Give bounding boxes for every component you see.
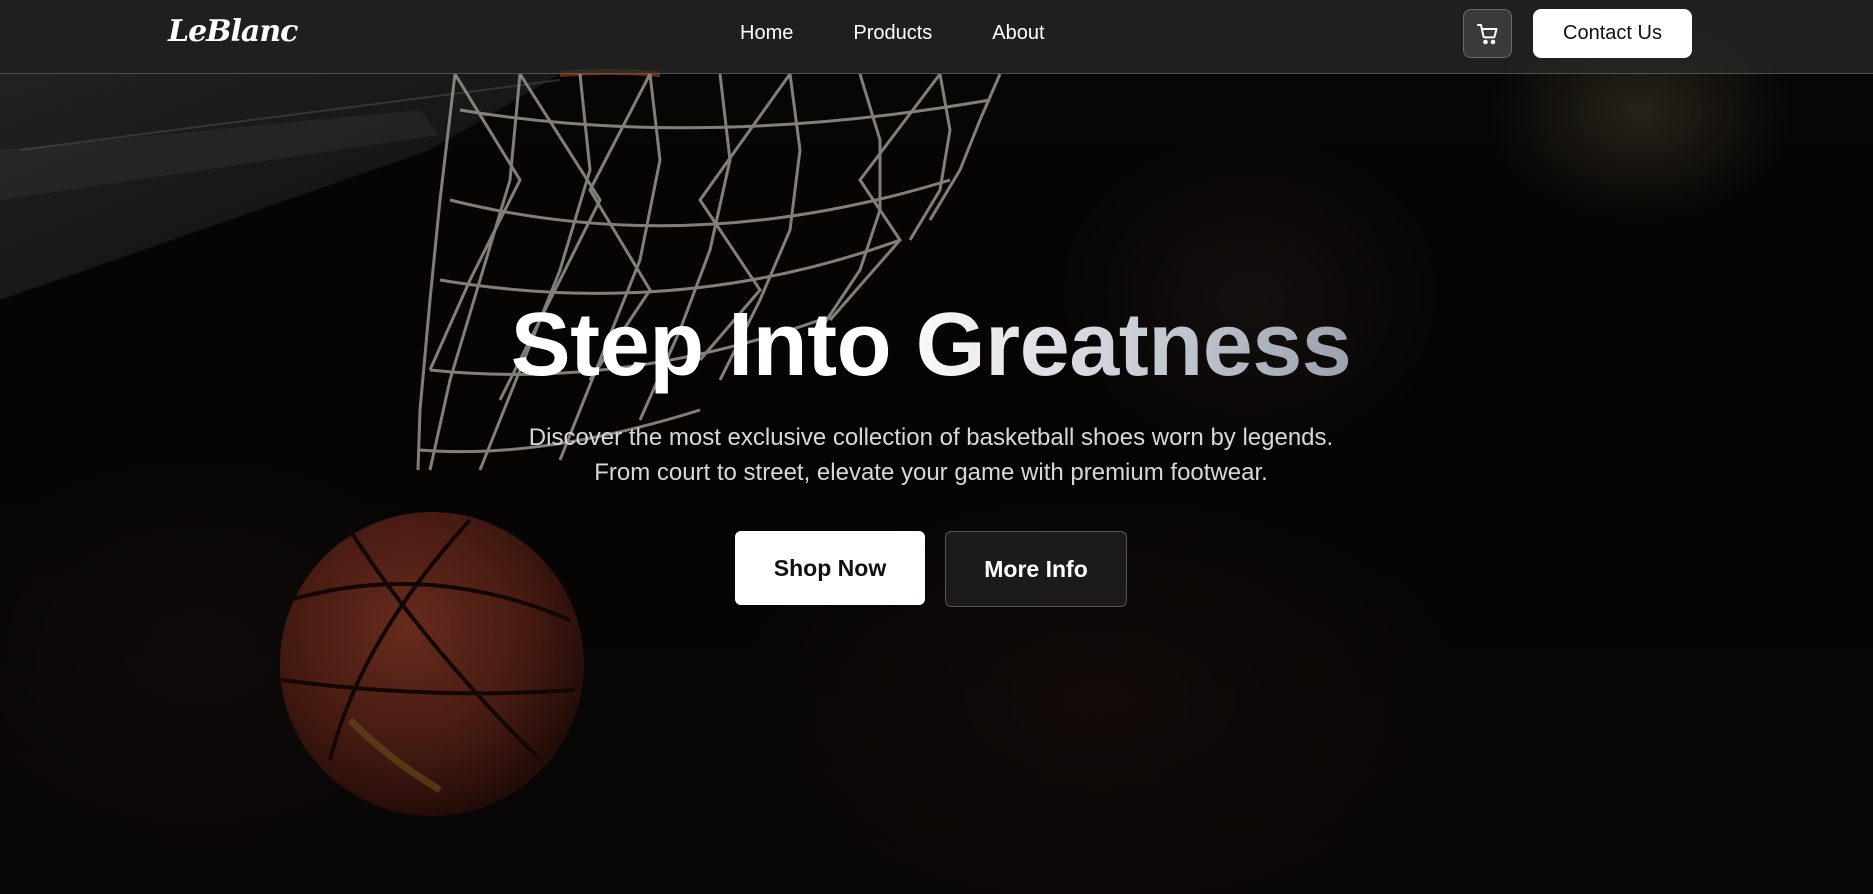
hero-subtitle-line-1: Discover the most exclusive collection o… (528, 424, 1334, 451)
nav-link-products[interactable]: Products (853, 22, 932, 45)
landing-page: LeBlanc Home Products About Contact Us S… (0, 0, 1873, 894)
contact-us-button[interactable]: Contact Us (1533, 9, 1692, 58)
hero-title-text: Step Into Greatness (510, 295, 1352, 395)
hero-subtitle-line-2: From court to street, elevate your game … (594, 459, 1268, 486)
top-navbar: LeBlanc Home Products About Contact Us (0, 0, 1873, 74)
cart-button[interactable] (1463, 9, 1512, 58)
main-nav: Home Products About (740, 22, 1105, 45)
shop-now-button[interactable]: Shop Now (735, 531, 925, 605)
cart-icon (1476, 23, 1497, 44)
hero-subtitle: Discover the most exclusive collection o… (0, 420, 1862, 490)
nav-link-home[interactable]: Home (740, 22, 793, 45)
brand-logo[interactable]: LeBlanc (168, 14, 298, 49)
hero-title: Step Into Greatness (0, 292, 1862, 398)
more-info-button[interactable]: More Info (945, 531, 1127, 607)
nav-link-about[interactable]: About (992, 22, 1044, 45)
